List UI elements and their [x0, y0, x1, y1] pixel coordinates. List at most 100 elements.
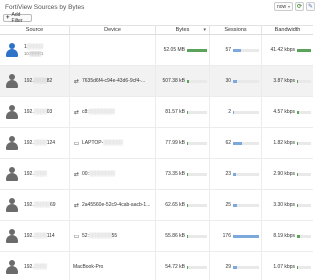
device-cell: ⇄ 7635d6f4-c94e-43d6-9cf4-...: [70, 66, 156, 96]
sessions-value: 30: [225, 78, 231, 84]
bytes-value: 73.35 kB: [165, 171, 185, 177]
bandwidth-bar: [297, 79, 311, 83]
table-row[interactable]: 192.▒▒▒▒124 ▭ LAPTOP-▒▒▒▒▒▒ 77.99 kB 62 …: [0, 128, 313, 159]
bandwidth-bar: [297, 203, 311, 207]
device-cell: ⇄ c8:▒▒▒▒▒▒▒▒: [70, 97, 156, 127]
user-icon: [6, 229, 18, 243]
bandwidth-cell: 2.90 kbps: [262, 159, 313, 189]
bytes-cell: 81.57 kB: [156, 97, 210, 127]
wrench-icon: ✎: [307, 4, 314, 10]
sessions-bar: [233, 234, 259, 238]
bytes-cell: 62.65 kB: [156, 190, 210, 220]
column-header-device[interactable]: Device: [70, 26, 156, 34]
bandwidth-cell: 3.87 kbps: [262, 66, 313, 96]
source-address: 1▒▒▒▒▒: [24, 44, 43, 50]
device-name: 7635d6f4-c94e-43d6-9cf4-...: [82, 78, 146, 84]
bandwidth-cell: 1.82 kbps: [262, 128, 313, 158]
source-address: 192.▒▒▒▒: [24, 171, 47, 177]
sessions-cell: 62: [210, 128, 262, 158]
table-row[interactable]: 192.▒▒▒▒03 ⇄ c8:▒▒▒▒▒▒▒▒ 81.57 kB 2 4.57…: [0, 97, 313, 128]
bytes-bar: [187, 79, 207, 83]
source-cell: 192.▒▒▒▒114: [0, 221, 70, 251]
table-row[interactable]: 192.▒▒▒▒ ⇄ 00:▒▒▒▒▒▒▒▒ 73.35 kB 23 2.90 …: [0, 159, 313, 190]
device-name: 52:▒▒▒▒▒▒▒55: [82, 233, 118, 239]
settings-button[interactable]: ✎: [306, 2, 315, 11]
bandwidth-value: 3.87 kbps: [273, 78, 295, 84]
bytes-bar: [187, 265, 207, 269]
device-name: LAPTOP-▒▒▒▒▒▒: [82, 140, 123, 146]
column-header-label: Bytes: [175, 27, 190, 33]
source-cell: 192.▒▒▒▒: [0, 159, 70, 189]
sessions-bar: [233, 79, 259, 83]
column-header-bandwidth[interactable]: Bandwidth: [262, 26, 313, 34]
bandwidth-bar: [297, 265, 311, 269]
user-icon: [6, 260, 18, 274]
column-header-sessions[interactable]: Sessions: [210, 26, 262, 34]
add-filter-button[interactable]: + Add Filter: [3, 12, 32, 24]
laptop-icon: ▭: [73, 140, 80, 147]
bytes-cell: 73.35 kB: [156, 159, 210, 189]
source-address: 192.▒▒▒▒82: [24, 78, 53, 84]
device-cell: [70, 35, 156, 65]
widget-title: FortiView Sources by Bytes: [5, 4, 85, 11]
column-header-source[interactable]: Source: [0, 26, 70, 34]
table-row[interactable]: 192.▒▒▒▒▒69 ⇄ 2a45560e-52c9-4cab-aacb-1.…: [0, 190, 313, 221]
table-row[interactable]: 1▒▒▒▒▒ 10.▒▒▒▒1 52.05 MB 57 41.42 kbps: [0, 35, 313, 66]
network-device-icon: ⇄: [73, 202, 80, 209]
refresh-button[interactable]: ⟳: [295, 2, 304, 11]
device-cell: MacBook-Pro: [70, 252, 156, 280]
sessions-cell: 30: [210, 66, 262, 96]
device-name: 2a45560e-52c9-4cab-aacb-1...: [82, 202, 151, 208]
column-header-label: Sessions: [224, 27, 247, 33]
bytes-value: 54.72 kB: [165, 264, 185, 270]
column-header-bytes[interactable]: Bytes ▾: [156, 26, 210, 34]
sources-table: Source Device Bytes ▾ Sessions Bandwidth …: [0, 25, 313, 280]
laptop-icon: ▭: [73, 233, 80, 240]
device-cell: ▭ 52:▒▒▒▒▒▒▒55: [70, 221, 156, 251]
network-device-icon: ⇄: [73, 78, 80, 85]
source-cell: 1▒▒▒▒▒ 10.▒▒▒▒1: [0, 35, 70, 65]
bandwidth-bar: [297, 110, 311, 114]
bytes-value: 62.65 kB: [165, 202, 185, 208]
user-icon: [6, 43, 18, 57]
bytes-value: 77.99 kB: [165, 140, 185, 146]
widget-controls: now ▾ ⟳ ✎: [274, 2, 315, 11]
table-row[interactable]: 192.▒▒▒▒114 ▭ 52:▒▒▒▒▒▒▒55 55.86 kB 176 …: [0, 221, 313, 252]
bytes-value: 81.57 kB: [165, 109, 185, 115]
sessions-bar: [233, 141, 259, 145]
sessions-value: 176: [222, 233, 231, 239]
sessions-value: 57: [225, 47, 231, 53]
source-cell: 192.▒▒▒▒03: [0, 97, 70, 127]
sessions-bar: [233, 265, 259, 269]
source-address: 192.▒▒▒▒03: [24, 109, 53, 115]
device-cell: ⇄ 2a45560e-52c9-4cab-aacb-1...: [70, 190, 156, 220]
bytes-cell: 52.05 MB: [156, 35, 210, 65]
bytes-bar: [187, 203, 207, 207]
source-subtext: 10.▒▒▒▒1: [24, 51, 44, 56]
user-icon: [6, 136, 18, 150]
table-row[interactable]: 192.▒▒▒▒82 ⇄ 7635d6f4-c94e-43d6-9cf4-...…: [0, 66, 313, 97]
column-header-label: Source: [25, 27, 44, 33]
plus-icon: +: [6, 15, 10, 21]
timeframe-select[interactable]: now ▾: [274, 2, 293, 11]
bandwidth-value: 3.30 kbps: [273, 202, 295, 208]
sessions-bar: [233, 203, 259, 207]
source-cell: 192.▒▒▒▒82: [0, 66, 70, 96]
bandwidth-value: 8.19 kbps: [273, 233, 295, 239]
table-row[interactable]: 192.▒▒▒▒ MacBook-Pro 54.72 kB 29 1.07 kb…: [0, 252, 313, 280]
source-address: 192.▒▒▒▒124: [24, 140, 56, 146]
sessions-cell: 57: [210, 35, 262, 65]
sessions-bar: [233, 110, 259, 114]
bandwidth-bar: [297, 172, 311, 176]
sessions-value: 23: [225, 171, 231, 177]
source-cell: 192.▒▒▒▒▒69: [0, 190, 70, 220]
bandwidth-bar: [297, 234, 311, 238]
column-header-label: Device: [104, 27, 121, 33]
user-icon: [6, 74, 18, 88]
table-header: Source Device Bytes ▾ Sessions Bandwidth: [0, 25, 313, 35]
bytes-cell: 507.38 kB: [156, 66, 210, 96]
user-icon: [6, 198, 18, 212]
sessions-bar: [233, 48, 259, 52]
user-icon: [6, 167, 18, 181]
sessions-cell: 23: [210, 159, 262, 189]
